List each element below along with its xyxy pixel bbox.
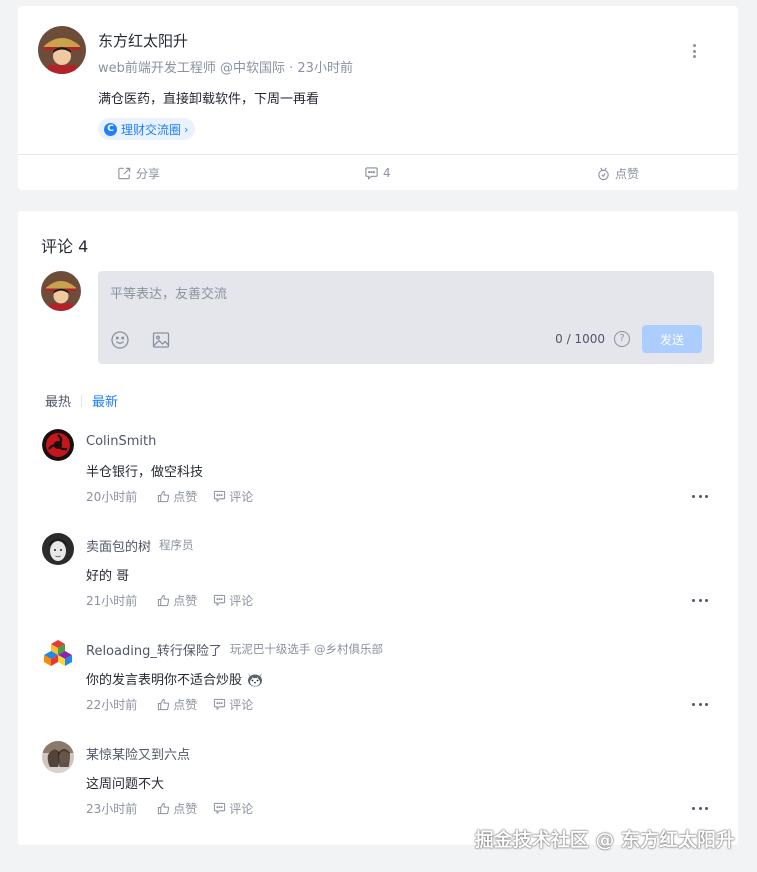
comment-item: ColinSmith 半仓银行，做空科技 20小时前 点赞 评论 xyxy=(18,429,738,521)
tab-newest[interactable]: 最新 xyxy=(92,391,118,410)
comment-item: 卖面包的树 程序员 好的 哥 21小时前 点赞 评论 xyxy=(18,533,738,625)
comment-text-content: 半仓银行，做空科技 xyxy=(86,465,204,480)
comments-card: 评论 4 0 / 1000 ? 发送 最热 最新 ColinSmith 半仓银行… xyxy=(18,211,738,845)
share-button[interactable]: 分享 xyxy=(117,162,160,184)
comment-reply-button[interactable]: 评论 xyxy=(213,696,253,713)
commenter-avatar[interactable] xyxy=(42,429,74,461)
comment-footer: 22小时前 点赞 评论 xyxy=(86,695,269,713)
comment-count: 4 xyxy=(383,166,391,180)
post-content: 满仓医药，直接卸载软件，下周一再看 xyxy=(98,92,320,107)
divider xyxy=(18,154,738,155)
reply-label: 评论 xyxy=(229,489,254,504)
comment-time: 21小时前 xyxy=(86,593,138,608)
more-options-icon[interactable] xyxy=(692,597,708,603)
comment-icon xyxy=(214,802,226,814)
comment-text-content: 你的发言表明你不适合炒股 xyxy=(86,673,243,688)
thumbs-up-icon xyxy=(158,594,170,606)
post-author-meta: web前端开发工程师 @中软国际 · 23小时前 xyxy=(98,61,353,76)
comment-item: 某惊某险又到六点 这周问题不大 23小时前 点赞 评论 xyxy=(18,741,738,833)
divider xyxy=(81,394,83,407)
comment-like-button[interactable]: 点赞 xyxy=(157,696,197,713)
topic-tag[interactable]: C 理财交流圈 › xyxy=(98,118,196,140)
more-options-icon[interactable] xyxy=(692,493,708,499)
comment-editor: 0 / 1000 ? 发送 xyxy=(98,271,714,364)
comment-author[interactable]: ColinSmith xyxy=(86,434,156,449)
like-label: 点赞 xyxy=(173,801,198,816)
topic-label: 理财交流圈 xyxy=(121,122,182,137)
comment-text-content: 好的 哥 xyxy=(86,569,130,584)
char-counter: 0 / 1000 xyxy=(555,332,605,346)
comment-text: 半仓银行，做空科技 xyxy=(86,461,203,480)
comment-reply-button[interactable]: 评论 xyxy=(213,800,253,817)
comment-icon xyxy=(365,166,378,180)
comment-author-title: 程序员 xyxy=(159,538,194,552)
current-user-avatar xyxy=(41,271,81,311)
comment-reply-button[interactable]: 评论 xyxy=(213,592,253,609)
comment-time: 20小时前 xyxy=(86,489,138,504)
comment-author-line: Reloading_转行保险了 玩泥巴十级选手 @乡村俱乐部 xyxy=(86,639,383,659)
comment-text: 这周问题不大 xyxy=(86,773,164,792)
like-label: 点赞 xyxy=(615,166,640,181)
comment-icon xyxy=(214,594,226,606)
comment-text: 你的发言表明你不适合炒股 xyxy=(86,669,264,688)
comment-reply-button[interactable]: 评论 xyxy=(213,488,253,505)
comment-author[interactable]: 卖面包的树 xyxy=(86,536,151,555)
comment-icon xyxy=(214,490,226,502)
reply-label: 评论 xyxy=(229,593,254,608)
comment-time: 22小时前 xyxy=(86,697,138,712)
like-label: 点赞 xyxy=(173,593,198,608)
comment-like-button[interactable]: 点赞 xyxy=(157,592,197,609)
more-options-icon[interactable] xyxy=(692,701,708,707)
share-label: 分享 xyxy=(136,166,161,181)
comment-text: 好的 哥 xyxy=(86,565,129,584)
comment-button[interactable]: 4 xyxy=(364,162,391,184)
comment-text-content: 这周问题不大 xyxy=(86,777,165,792)
post-author-avatar[interactable] xyxy=(38,26,86,74)
comment-footer: 21小时前 点赞 评论 xyxy=(86,591,269,609)
thumbs-up-icon xyxy=(158,698,170,710)
commenter-avatar[interactable] xyxy=(42,637,74,669)
comment-footer: 20小时前 点赞 评论 xyxy=(86,487,269,505)
commenter-avatar[interactable] xyxy=(42,741,74,773)
image-icon[interactable] xyxy=(151,330,171,350)
husky-emoji-icon xyxy=(248,672,263,686)
post-author-name[interactable]: 东方红太阳升 xyxy=(98,30,188,51)
comments-title: 评论 4 xyxy=(41,237,89,256)
like-label: 点赞 xyxy=(173,489,198,504)
like-label: 点赞 xyxy=(173,697,198,712)
send-button[interactable]: 发送 xyxy=(642,325,702,353)
reply-label: 评论 xyxy=(229,697,254,712)
comment-time: 23小时前 xyxy=(86,801,138,816)
comment-author[interactable]: Reloading_转行保险了 xyxy=(86,640,222,659)
comment-like-button[interactable]: 点赞 xyxy=(157,800,197,817)
thumbs-up-icon xyxy=(158,802,170,814)
comment-author-line: 某惊某险又到六点 xyxy=(86,743,198,763)
more-options-icon[interactable] xyxy=(692,805,708,811)
comment-input[interactable] xyxy=(110,283,700,305)
topic-circle-icon: C xyxy=(104,122,117,136)
comment-author-title: 玩泥巴十级选手 @乡村俱乐部 xyxy=(229,642,383,656)
comment-footer: 23小时前 点赞 评论 xyxy=(86,799,269,817)
post-card: 东方红太阳升 web前端开发工程师 @中软国际 · 23小时前 满仓医药，直接卸… xyxy=(18,6,738,190)
chevron-right-icon: › xyxy=(184,122,189,136)
comment-author[interactable]: 某惊某险又到六点 xyxy=(86,744,190,763)
commenter-avatar[interactable] xyxy=(42,533,74,565)
tab-hottest[interactable]: 最热 xyxy=(45,391,71,410)
thumbs-up-icon xyxy=(158,490,170,502)
watermark: 掘金技术社区 @ 东方红太阳升 xyxy=(474,829,735,851)
comment-icon xyxy=(214,698,226,710)
like-button[interactable]: 点赞 xyxy=(596,162,639,184)
comment-author-line: ColinSmith xyxy=(86,431,164,451)
emoji-icon[interactable] xyxy=(110,330,130,350)
reply-label: 评论 xyxy=(229,801,254,816)
comment-like-button[interactable]: 点赞 xyxy=(157,488,197,505)
share-icon xyxy=(118,167,131,179)
comment-author-line: 卖面包的树 程序员 xyxy=(86,535,194,555)
sort-tabs: 最热 最新 xyxy=(45,391,118,410)
like-medal-icon xyxy=(598,167,609,180)
help-icon[interactable]: ? xyxy=(614,331,630,347)
comment-item: Reloading_转行保险了 玩泥巴十级选手 @乡村俱乐部 你的发言表明你不适… xyxy=(18,637,738,729)
more-options-icon[interactable] xyxy=(690,42,698,60)
